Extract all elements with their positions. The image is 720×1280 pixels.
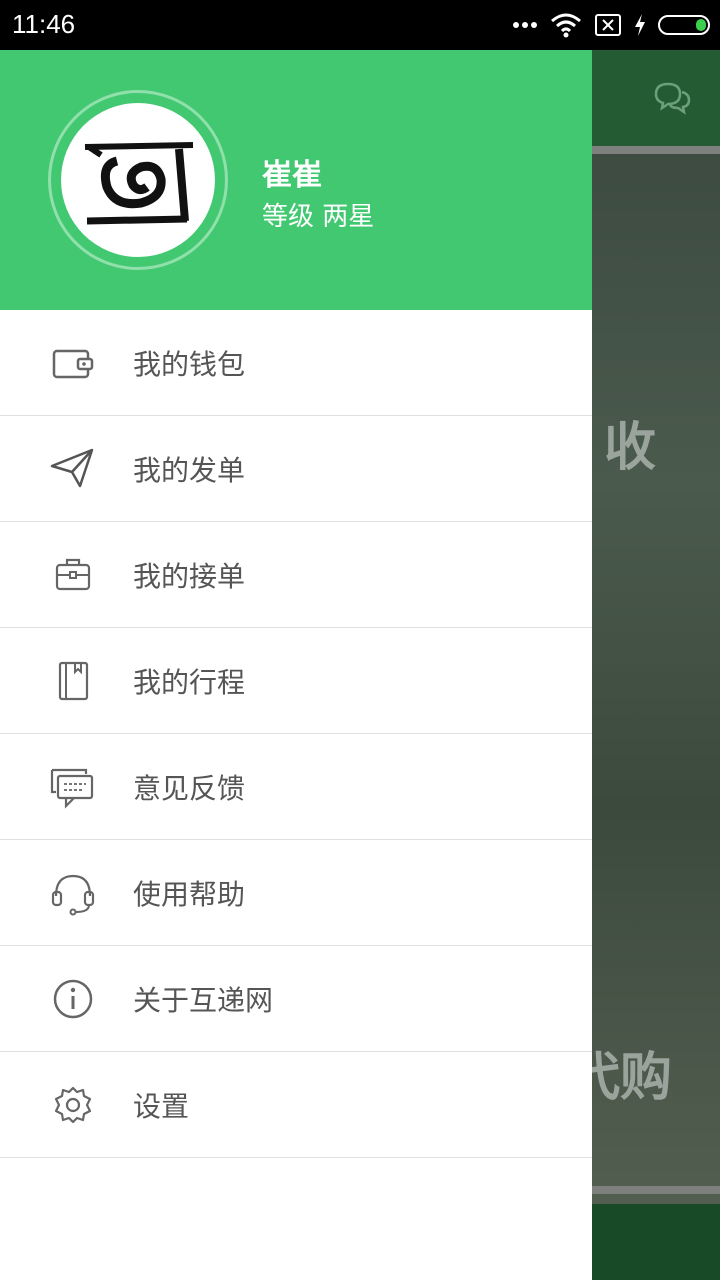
user-name: 崔崔 [262,158,322,193]
menu-item-trips[interactable]: 我的行程 [0,628,592,734]
menu-item-label: 我的发单 [133,453,246,487]
charging-icon [635,14,645,36]
info-icon [53,979,93,1019]
paper-plane-icon [50,448,94,488]
background-divider [592,146,720,154]
menu-item-label: 我的行程 [133,665,246,699]
feedback-icon [50,768,94,809]
menu-item-label: 设置 [133,1089,190,1123]
chat-icon[interactable] [652,78,692,118]
status-time: 11:46 [12,9,76,39]
menu-item-feedback[interactable]: 意见反馈 [0,734,592,840]
drawer-header: 崔崔 等级 两星 [0,50,592,310]
menu-item-label: 使用帮助 [133,877,246,911]
background-header [592,50,720,150]
battery-icon [658,15,710,35]
settings-icon [54,1086,92,1124]
headset-icon [51,874,95,916]
background-app: 收 代购 [592,50,720,1280]
menu-item-label: 我的接单 [133,559,246,593]
briefcase-icon [55,558,91,591]
avatar-ring[interactable] [48,90,228,270]
menu-item-label: 我的钱包 [133,347,246,381]
more-dots-icon [513,22,537,28]
menu-item-label: 意见反馈 [133,771,246,805]
menu-item-label: 关于互递网 [133,983,274,1017]
hudi-logo-icon [84,142,194,225]
background-footer [592,1204,720,1280]
wallet-icon [52,349,94,379]
menu-item-help[interactable]: 使用帮助 [0,840,592,946]
user-level: 等级 两星 [262,202,375,232]
background-purchase-text: 代购 [592,1048,673,1108]
menu-item-my-orders[interactable]: 我的发单 [0,416,592,522]
menu-item-accepted-orders[interactable]: 我的接单 [0,522,592,628]
notebook-icon [58,661,89,701]
status-icons [512,10,710,40]
no-sim-icon [595,14,621,36]
menu-item-about[interactable]: 关于互递网 [0,946,592,1052]
avatar[interactable] [61,103,215,257]
drawer-menu: 我的钱包 我的发单 我的接单 我的行程 意见反馈 使用帮助 关于互递网 设置 [0,310,592,1158]
menu-item-wallet[interactable]: 我的钱包 [0,310,592,416]
background-divider [592,1186,720,1194]
background-receive-text: 收 [604,418,657,478]
status-bar: 11:46 [0,0,720,50]
wifi-icon [551,13,581,38]
navigation-drawer: 崔崔 等级 两星 我的钱包 我的发单 我的接单 我的行程 意见反馈 使用帮助 关… [0,50,592,1280]
menu-item-settings[interactable]: 设置 [0,1052,592,1158]
